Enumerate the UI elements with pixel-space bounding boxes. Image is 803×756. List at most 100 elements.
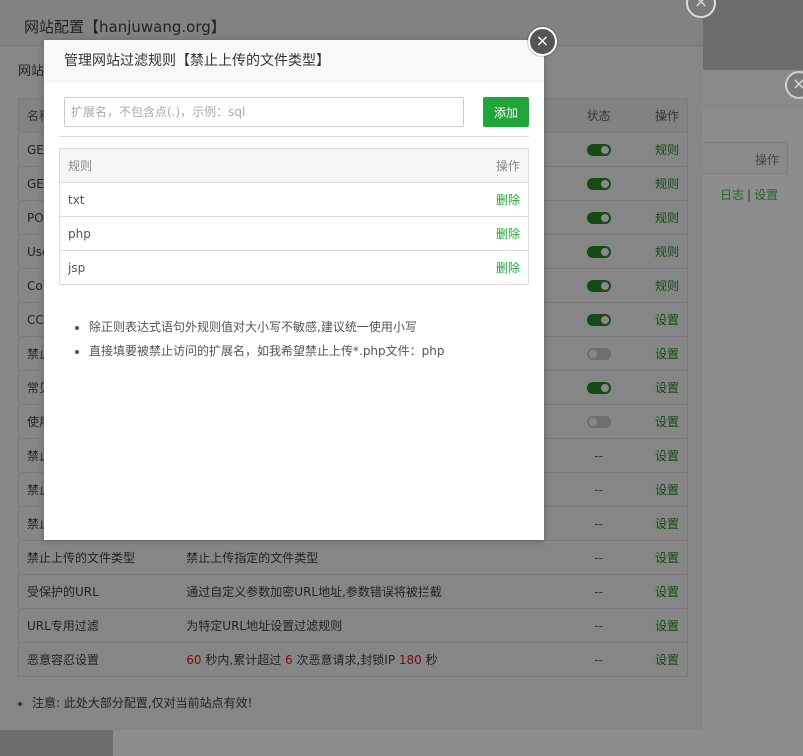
row-op: 规则 [631, 132, 688, 167]
row-status: -- [565, 642, 632, 677]
row-status: -- [565, 438, 632, 473]
row-op-link[interactable]: 设置 [655, 517, 679, 531]
row-op: 设置 [631, 540, 688, 575]
status-toggle[interactable] [586, 416, 611, 428]
row-status [565, 234, 632, 269]
desc-text: 秒 [421, 653, 438, 667]
row-op-link[interactable]: 设置 [655, 415, 679, 429]
extension-input[interactable] [64, 97, 464, 127]
lock-value[interactable]: 180 [399, 653, 422, 667]
seconds-value[interactable]: 60 [186, 653, 201, 667]
desc-text: 次恶意请求,封锁IP [292, 653, 399, 667]
row-desc: 60 秒内,累计超过 6 次恶意请求,封锁IP 180 秒 [186, 642, 566, 677]
row-op-link[interactable]: 规则 [655, 279, 679, 293]
table-row: 恶意容忍设置 60 秒内,累计超过 6 次恶意请求,封锁IP 180 秒 -- … [18, 642, 688, 677]
background-row-links: 日志 | 设置 [720, 186, 778, 203]
row-op: 设置 [631, 438, 688, 473]
row-desc: 通过自定义参数加密URL地址,参数错误将被拦截 [186, 574, 566, 609]
status-toggle[interactable] [586, 246, 611, 258]
row-op: 规则 [631, 166, 688, 201]
row-op-link[interactable]: 设置 [655, 551, 679, 565]
tip-item: 除正则表达式语句外规则值对大小写不敏感,建议统一使用小写 [89, 315, 529, 339]
row-op: 设置 [631, 472, 688, 507]
site-config-tab[interactable]: 网站 [18, 60, 44, 79]
status-toggle[interactable] [586, 280, 611, 292]
status-toggle[interactable] [586, 144, 611, 156]
row-op-link[interactable]: 设置 [655, 449, 679, 463]
rule-row: txt 删除 [59, 182, 529, 217]
row-op-link[interactable]: 设置 [655, 381, 679, 395]
status-toggle[interactable] [586, 178, 611, 190]
row-status: -- [565, 608, 632, 643]
rules-header-rule: 规则 [59, 148, 469, 183]
row-name: 恶意容忍设置 [18, 642, 187, 677]
modal-title: 管理网站过滤规则【禁止上传的文件类型】 [64, 53, 330, 69]
row-op: 规则 [631, 268, 688, 303]
row-op-link[interactable]: 设置 [655, 619, 679, 633]
add-button[interactable]: 添加 [483, 97, 529, 127]
row-op-link[interactable]: 规则 [655, 245, 679, 259]
header-op: 操作 [631, 98, 688, 133]
count-value[interactable]: 6 [285, 653, 293, 667]
delete-link[interactable]: 删除 [496, 227, 520, 241]
status-dash: -- [594, 516, 603, 531]
row-op-link[interactable]: 设置 [655, 483, 679, 497]
table-row: URL专用过滤 为特定URL地址设置过滤规则 -- 设置 [18, 608, 688, 643]
row-op-link[interactable]: 规则 [655, 211, 679, 225]
row-op-link[interactable]: 设置 [655, 347, 679, 361]
tips-list: 除正则表达式语句外规则值对大小写不敏感,建议统一使用小写 直接填要被禁止访问的扩… [59, 315, 529, 363]
rule-value: txt [59, 182, 469, 217]
background-op-label: 操作 [755, 153, 780, 167]
row-op-link[interactable]: 设置 [655, 313, 679, 327]
rule-op: 删除 [468, 250, 529, 285]
rules-body: txt 删除 php 删除 jsp 删除 [59, 182, 529, 285]
row-op-link[interactable]: 设置 [655, 585, 679, 599]
tip-item: 直接填要被禁止访问的扩展名，如我希望禁止上传*.php文件：php [89, 339, 529, 363]
delete-link[interactable]: 删除 [496, 261, 520, 275]
row-desc: 禁止上传指定的文件类型 [186, 540, 566, 575]
row-op: 设置 [631, 302, 688, 337]
site-config-note: 注意: 此处大部分配置,仅对当前站点有效! [18, 694, 252, 711]
status-toggle[interactable] [586, 212, 611, 224]
modal-body: 添加 规则 操作 txt 删除 php 删除 jsp 删除 除正则表达式语句外规则值对大小… [44, 82, 544, 363]
row-status [565, 200, 632, 235]
row-status [565, 404, 632, 439]
row-op: 设置 [631, 608, 688, 643]
row-status: -- [565, 540, 632, 575]
row-name: 禁止上传的文件类型 [18, 540, 187, 575]
rule-value: php [59, 216, 469, 251]
row-status [565, 166, 632, 201]
row-op-link[interactable]: 规则 [655, 177, 679, 191]
background-log-link[interactable]: 日志 [720, 188, 744, 202]
table-row: 禁止上传的文件类型 禁止上传指定的文件类型 -- 设置 [18, 540, 688, 575]
row-status [565, 132, 632, 167]
status-toggle[interactable] [586, 314, 611, 326]
status-toggle[interactable] [586, 382, 611, 394]
row-op: 规则 [631, 200, 688, 235]
delete-link[interactable]: 删除 [496, 193, 520, 207]
note-text: 注意: 此处大部分配置,仅对当前站点有效! [32, 696, 253, 710]
row-name: URL专用过滤 [18, 608, 187, 643]
row-status: -- [565, 574, 632, 609]
row-op: 设置 [631, 574, 688, 609]
link-separator: | [747, 188, 752, 202]
desc-text: 秒内,累计超过 [201, 653, 286, 667]
status-dash: -- [594, 448, 603, 463]
row-op-link[interactable]: 规则 [655, 143, 679, 157]
row-status [565, 370, 632, 405]
background-settings-link[interactable]: 设置 [754, 188, 778, 202]
settings-link[interactable]: 设置 [655, 653, 679, 667]
status-dash: -- [594, 618, 603, 633]
row-op: 设置 [631, 336, 688, 371]
row-desc: 为特定URL地址设置过滤规则 [186, 608, 566, 643]
filter-rules-modal: 管理网站过滤规则【禁止上传的文件类型】 添加 规则 操作 txt删除php删除j… [44, 40, 544, 540]
row-status: -- [565, 472, 632, 507]
rule-value: jsp [59, 250, 469, 285]
status-toggle[interactable] [586, 348, 611, 360]
status-dash: -- [594, 584, 603, 599]
row-op: 设置 [631, 370, 688, 405]
modal-close-icon[interactable]: × [528, 27, 557, 56]
status-dash: -- [594, 482, 603, 497]
row-op: 设置 [631, 642, 688, 677]
header-status: 状态 [565, 98, 632, 133]
